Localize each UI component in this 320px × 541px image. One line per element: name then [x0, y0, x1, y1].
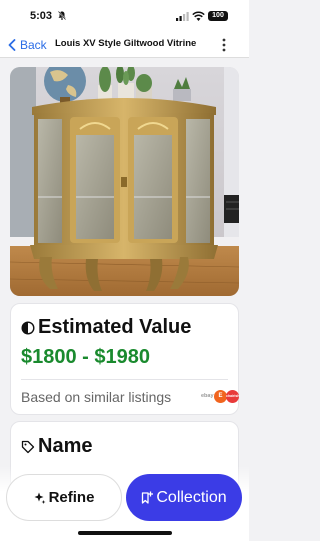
page-title: Louis XV Style Giltwood Vitrine	[55, 38, 197, 49]
estimated-value-card: Estimated Value $1800 - $1980 Based on s…	[10, 303, 239, 415]
item-photo	[10, 67, 239, 296]
valuation-basis: Based on similar listings	[21, 389, 172, 405]
home-indicator	[78, 531, 172, 535]
tag-icon	[21, 440, 35, 453]
refine-button[interactable]: Refine	[6, 474, 122, 521]
collection-label: Collection	[156, 488, 227, 506]
chevron-left-icon	[8, 39, 16, 51]
estimated-value-header: Estimated Value	[21, 316, 191, 339]
navigation-bar: Back Louis XV Style Giltwood Vitrine	[0, 32, 249, 58]
sparkle-icon	[34, 492, 46, 504]
battery-indicator: 100	[208, 11, 228, 21]
chairish-logo-icon: chairish	[226, 390, 239, 403]
bell-slash-icon	[58, 11, 66, 20]
back-label: Back	[20, 38, 47, 52]
ebay-logo-icon: ebay	[201, 393, 214, 399]
name-header: Name	[21, 435, 92, 458]
price-range: $1800 - $1980	[21, 346, 151, 368]
more-vertical-icon[interactable]	[221, 37, 227, 53]
refine-label: Refine	[48, 489, 95, 506]
cellular-signal-icon	[176, 12, 189, 21]
status-time: 5:03	[30, 10, 53, 22]
back-button[interactable]: Back	[8, 36, 47, 54]
status-bar: 5:03 100	[0, 0, 249, 32]
add-to-collection-button[interactable]: Collection	[126, 474, 242, 521]
name-title: Name	[38, 435, 93, 457]
value-dial-icon	[21, 320, 35, 335]
divider	[21, 379, 228, 380]
estimated-value-title: Estimated Value	[38, 316, 192, 338]
wifi-icon	[192, 11, 205, 21]
vitrine-illustration	[10, 67, 239, 296]
bookmark-plus-icon	[142, 491, 154, 504]
